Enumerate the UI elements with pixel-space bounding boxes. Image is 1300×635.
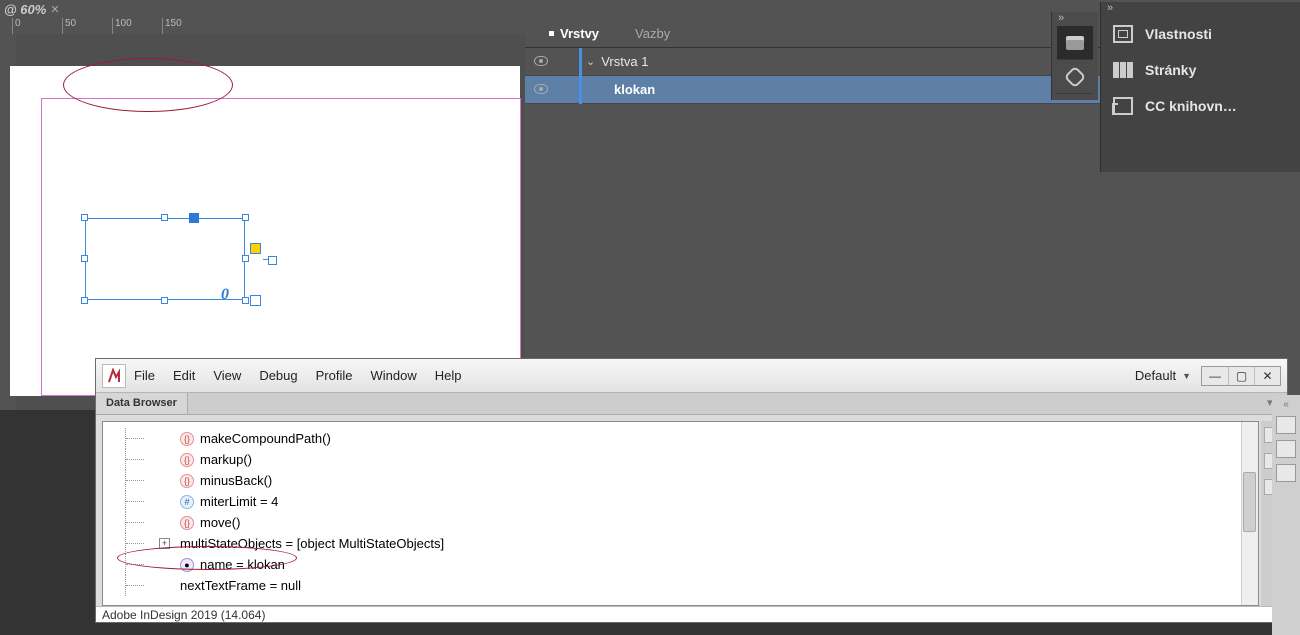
tree-row-text: markup() (200, 452, 252, 467)
links-dock-icon[interactable] (1057, 60, 1093, 94)
cc-library-icon (1113, 97, 1133, 115)
window-controls: — ▢ ✕ (1201, 366, 1281, 386)
tab-layers[interactable]: Vrstvy (531, 19, 617, 47)
collapse-dock-icon[interactable]: » (1101, 2, 1300, 16)
tree-row-text: nextTextFrame = null (180, 578, 301, 593)
layer-item-name[interactable]: klokan (614, 82, 655, 97)
resize-handle[interactable] (81, 255, 88, 262)
rotate-handle[interactable] (263, 259, 271, 260)
estk-statusbar: Adobe InDesign 2019 (14.064) (96, 606, 1287, 622)
chevron-down-icon: ▼ (1182, 371, 1191, 381)
resize-handle[interactable] (81, 214, 88, 221)
resize-handle[interactable] (242, 297, 249, 304)
tree-row-text: move() (200, 515, 240, 530)
dock-item-pages[interactable]: Stránky (1101, 52, 1300, 88)
tree-row[interactable]: {} minusBack() (121, 470, 1238, 491)
scrollbar-vertical[interactable] (1241, 422, 1258, 605)
expand-strip-icon[interactable]: « (1283, 399, 1289, 410)
menu-window[interactable]: Window (370, 368, 416, 383)
live-corner-handle[interactable] (250, 243, 261, 254)
function-icon: {} (180, 453, 194, 467)
menu-file[interactable]: File (134, 368, 155, 383)
strip-button[interactable] (1276, 440, 1296, 458)
strip-button[interactable] (1276, 464, 1296, 482)
maximize-button[interactable]: ▢ (1228, 367, 1254, 385)
document-canvas[interactable]: 0 50 100 150 0 (0, 18, 525, 410)
tree-row[interactable]: nextTextFrame = null (121, 575, 1238, 596)
menu-debug[interactable]: Debug (259, 368, 297, 383)
tree-row[interactable]: # miterLimit = 4 (121, 491, 1238, 512)
estk-titlebar[interactable]: File Edit View Debug Profile Window Help… (96, 359, 1287, 393)
resize-handle[interactable] (161, 297, 168, 304)
workspace-dropdown[interactable]: Default ▼ (1125, 368, 1201, 383)
dock-item-label: Vlastnosti (1145, 26, 1212, 42)
estk-app-icon (102, 364, 126, 388)
rotation-indicator: 0 (221, 286, 229, 304)
tree-row[interactable]: {} markup() (121, 449, 1238, 470)
resize-handle[interactable] (242, 255, 249, 262)
function-icon: {} (180, 432, 194, 446)
scrollbar-thumb[interactable] (1243, 472, 1256, 532)
tree-row-text: minusBack() (200, 473, 272, 488)
visibility-toggle[interactable] (525, 54, 557, 69)
dock-item-cc-libraries[interactable]: CC knihovn… (1101, 88, 1300, 124)
tree-row[interactable]: {} move() (121, 512, 1238, 533)
property-icon: ● (180, 558, 194, 572)
status-text: Adobe InDesign 2019 (14.064) (102, 608, 265, 622)
content-grabber[interactable] (189, 213, 199, 223)
function-icon: {} (180, 516, 194, 530)
expand-dock-icon[interactable]: » (1052, 12, 1070, 26)
dock-mini: » (1051, 12, 1098, 100)
estk-menubar: File Edit View Debug Profile Window Help (134, 368, 461, 383)
dock-item-label: CC knihovn… (1145, 98, 1237, 114)
tree-row[interactable]: ● name = klokan (121, 554, 1238, 575)
menu-edit[interactable]: Edit (173, 368, 195, 383)
layers-dock-icon[interactable] (1057, 26, 1093, 60)
eye-icon (534, 84, 548, 94)
properties-icon (1113, 25, 1133, 43)
tab-links[interactable]: Vazby (617, 19, 688, 47)
ruler-horizontal: 0 50 100 150 (0, 18, 525, 34)
number-icon: # (180, 495, 194, 509)
data-browser-tree[interactable]: {} makeCompoundPath() {} markup() {} minusBac… (102, 421, 1259, 606)
resize-handle[interactable] (242, 214, 249, 221)
tree-row-text: miterLimit = 4 (200, 494, 278, 509)
expand-toggle[interactable]: + (159, 538, 170, 549)
function-icon: {} (180, 474, 194, 488)
tab-data-browser[interactable]: Data Browser (96, 393, 188, 414)
menu-profile[interactable]: Profile (316, 368, 353, 383)
tree-row-text: makeCompoundPath() (200, 431, 331, 446)
tree-row[interactable]: {} makeCompoundPath() (121, 428, 1238, 449)
resize-handle[interactable] (161, 214, 168, 221)
dock-item-label: Stránky (1145, 62, 1196, 78)
selected-frame[interactable]: 0 (85, 218, 245, 300)
strip-button[interactable] (1276, 416, 1296, 434)
eye-icon (534, 56, 548, 66)
minimize-button[interactable]: — (1202, 367, 1228, 385)
zoom-label: @ 60% (4, 2, 46, 17)
pages-icon (1113, 62, 1133, 78)
dock-item-properties[interactable]: Vlastnosti (1101, 16, 1300, 52)
workspace-label: Default (1135, 368, 1176, 383)
visibility-toggle[interactable] (525, 82, 557, 97)
menu-view[interactable]: View (213, 368, 241, 383)
tree-row-text: multiStateObjects = [object MultiStateOb… (180, 536, 444, 551)
close-icon[interactable]: ✕ (50, 3, 59, 16)
tree-row[interactable]: + multiStateObjects = [object MultiStateO… (121, 533, 1238, 554)
right-tool-strip: « (1272, 395, 1300, 635)
dock-panel-list: » Vlastnosti Stránky CC knihovn… (1100, 2, 1300, 172)
menu-help[interactable]: Help (435, 368, 462, 383)
out-port[interactable] (250, 295, 261, 306)
close-button[interactable]: ✕ (1254, 367, 1280, 385)
resize-handle[interactable] (81, 297, 88, 304)
extendscript-toolkit-window[interactable]: File Edit View Debug Profile Window Help… (95, 358, 1288, 623)
tree-row-text: name = klokan (200, 557, 285, 572)
chevron-down-icon[interactable]: ⌄ (586, 55, 595, 68)
layer-name[interactable]: Vrstva 1 (601, 54, 648, 69)
